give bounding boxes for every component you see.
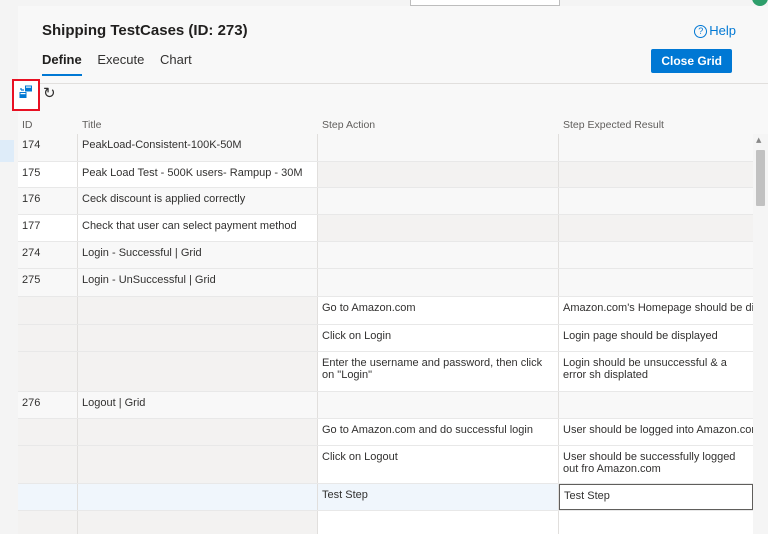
cell-id[interactable]: 274	[18, 242, 78, 268]
cell-title[interactable]	[78, 325, 318, 351]
grid-vertical-scrollbar[interactable]: ▲	[753, 134, 768, 534]
tab-chart[interactable]: Chart	[160, 52, 192, 74]
cell-title[interactable]	[78, 297, 318, 324]
column-header-id[interactable]: ID	[22, 119, 33, 131]
table-row[interactable]: 176 Ceck discount is applied correctly	[18, 188, 753, 215]
cell-step-action[interactable]: Go to Amazon.com and do successful login	[318, 419, 559, 445]
cell-expected-result[interactable]	[559, 162, 753, 187]
cell-expected-result[interactable]: User should be successfully logged out f…	[559, 446, 753, 483]
cell-id[interactable]: 174	[18, 134, 78, 161]
help-link[interactable]: ? Help	[694, 23, 736, 38]
table-row[interactable]: 274 Login - Successful | Grid	[18, 242, 753, 269]
cell-step-action[interactable]	[318, 215, 559, 241]
cell-expected-result[interactable]	[559, 188, 753, 214]
cell-title[interactable]	[78, 446, 318, 483]
header-divider	[18, 83, 768, 84]
table-row[interactable]: Enter the username and password, then cl…	[18, 352, 753, 392]
cell-expected-result[interactable]	[559, 242, 753, 268]
cell-id[interactable]	[18, 297, 78, 324]
table-row[interactable]: 276 Logout | Grid	[18, 392, 753, 419]
cell-id[interactable]	[18, 511, 78, 534]
cell-id[interactable]: 176	[18, 188, 78, 214]
cell-expected-result[interactable]: User should be logged into Amazon.com	[559, 419, 753, 445]
cell-expected-result[interactable]	[559, 134, 753, 161]
cell-id[interactable]: 177	[18, 215, 78, 241]
cell-expected-result[interactable]: Login should be unsuccessful & a error s…	[559, 352, 753, 391]
cell-step-action[interactable]	[318, 162, 559, 187]
cell-expected-result[interactable]	[559, 392, 753, 418]
cell-title[interactable]: Login - Successful | Grid	[78, 242, 318, 268]
column-header-expected-result[interactable]: Step Expected Result	[563, 119, 664, 131]
tab-define[interactable]: Define	[42, 52, 82, 76]
cell-expected-result[interactable]	[559, 511, 753, 534]
cell-id[interactable]: 175	[18, 162, 78, 187]
help-icon: ?	[694, 25, 708, 38]
cell-id[interactable]: 276	[18, 392, 78, 418]
cell-step-action[interactable]	[318, 269, 559, 296]
scrollbar-thumb[interactable]	[756, 150, 765, 206]
cell-expected-result[interactable]: Amazon.com's Homepage should be disp	[559, 297, 753, 324]
column-header-step-action[interactable]: Step Action	[322, 119, 375, 131]
grid-toggle-icon[interactable]	[19, 85, 33, 99]
table-row[interactable]: 174 PeakLoad-Consistent-100K-50M	[18, 134, 753, 162]
cell-title[interactable]: Logout | Grid	[78, 392, 318, 418]
cell-expected-result[interactable]	[559, 215, 753, 241]
cell-id[interactable]	[18, 325, 78, 351]
tab-execute[interactable]: Execute	[97, 52, 144, 74]
table-row[interactable]: Click on Logout User should be successfu…	[18, 446, 753, 484]
tab-bar: Define Execute Chart	[42, 52, 204, 80]
table-row[interactable]: Click on Login Login page should be disp…	[18, 325, 753, 352]
cell-title[interactable]	[78, 352, 318, 391]
cell-id[interactable]	[18, 419, 78, 445]
cell-expected-result[interactable]	[559, 269, 753, 296]
cell-title[interactable]	[78, 484, 318, 510]
left-selection-marker	[0, 140, 14, 162]
cell-id[interactable]: 275	[18, 269, 78, 296]
scroll-up-icon[interactable]: ▲	[756, 136, 761, 144]
table-row[interactable]: Go to Amazon.com Amazon.com's Homepage s…	[18, 297, 753, 325]
cell-title[interactable]	[78, 419, 318, 445]
cell-title[interactable]	[78, 511, 318, 534]
cell-title[interactable]: Login - UnSuccessful | Grid	[78, 269, 318, 296]
table-row[interactable]: 275 Login - UnSuccessful | Grid	[18, 269, 753, 297]
refresh-icon[interactable]: ↻	[43, 85, 59, 101]
page-title: Shipping TestCases (ID: 273)	[42, 22, 248, 39]
table-row[interactable]	[18, 511, 753, 534]
cell-step-action[interactable]: Test Step	[318, 484, 559, 510]
test-case-grid: 174 PeakLoad-Consistent-100K-50M 175 Pea…	[18, 134, 753, 534]
cell-id[interactable]	[18, 446, 78, 483]
table-row[interactable]: 177 Check that user can select payment m…	[18, 215, 753, 242]
cell-title[interactable]: PeakLoad-Consistent-100K-50M	[78, 134, 318, 161]
cell-title[interactable]: Check that user can select payment metho…	[78, 215, 318, 241]
grid-header: ID Title Step Action Step Expected Resul…	[18, 112, 753, 134]
table-row[interactable]: 175 Peak Load Test - 500K users- Rampup …	[18, 162, 753, 188]
cell-expected-result[interactable]: Test Step	[559, 484, 753, 510]
cell-step-action[interactable]	[318, 188, 559, 214]
cell-step-action[interactable]: Go to Amazon.com	[318, 297, 559, 324]
table-row[interactable]: Go to Amazon.com and do successful login…	[18, 419, 753, 446]
cell-title[interactable]: Peak Load Test - 500K users- Rampup - 30…	[78, 162, 318, 187]
cell-step-action[interactable]	[318, 511, 559, 534]
cell-step-action[interactable]	[318, 242, 559, 268]
close-grid-button[interactable]: Close Grid	[651, 49, 732, 73]
cell-step-action[interactable]: Enter the username and password, then cl…	[318, 352, 559, 391]
cell-step-action[interactable]	[318, 392, 559, 418]
table-row[interactable]: Test Step Test Step	[18, 484, 753, 511]
cell-id[interactable]	[18, 484, 78, 510]
cell-id[interactable]	[18, 352, 78, 391]
column-header-title[interactable]: Title	[82, 119, 101, 131]
cell-expected-result[interactable]: Login page should be displayed	[559, 325, 753, 351]
cell-title[interactable]: Ceck discount is applied correctly	[78, 188, 318, 214]
cell-step-action[interactable]	[318, 134, 559, 161]
help-label: Help	[709, 23, 736, 38]
cell-step-action[interactable]: Click on Logout	[318, 446, 559, 483]
cell-step-action[interactable]: Click on Login	[318, 325, 559, 351]
